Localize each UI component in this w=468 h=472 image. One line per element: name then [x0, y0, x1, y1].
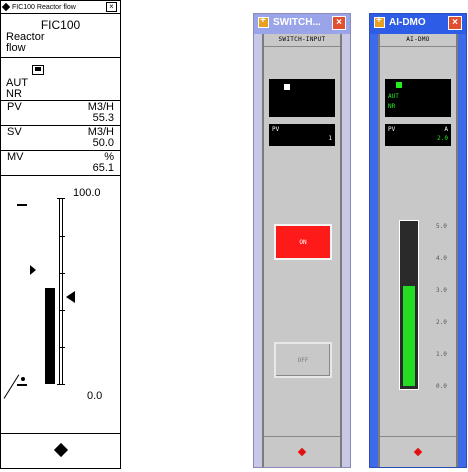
scale-tick-bottom [57, 384, 65, 385]
sv-label: SV [7, 126, 22, 138]
bar-graph-area: 100.0 0.0 [1, 176, 120, 420]
scale-tick [59, 310, 65, 311]
trend-needle [3, 374, 20, 399]
ai-header: AI-DMO [380, 34, 456, 47]
pv-value: 2.0 [437, 135, 448, 142]
switch-footer [264, 436, 340, 467]
high-limit-marker [17, 204, 27, 206]
alarm-diamond-icon[interactable] [413, 447, 423, 457]
alarm-status-area [1, 58, 120, 78]
sv-value[interactable]: 50.0 [93, 137, 114, 149]
status-led [396, 82, 402, 88]
faceplate-fic100: FIC100 Reactor flow × FIC100 Reactor flo… [0, 0, 121, 469]
close-icon[interactable]: × [332, 16, 346, 30]
scale-tick-label: 1.0 [436, 351, 447, 358]
status-indicator [284, 84, 290, 90]
block-status: NR [6, 88, 22, 100]
ai-body: AI-DMO AUT NR PV A 2.0 5.0 4.0 3.0 2.0 1.0 0.… [378, 34, 458, 467]
switch-status-display [269, 79, 335, 117]
scale-tick-top [57, 198, 65, 199]
pv-unit: A [444, 126, 448, 133]
scale-axis-right [62, 198, 63, 384]
switch-titlebar[interactable]: SWITCH... × [254, 14, 350, 34]
close-icon[interactable]: × [106, 2, 117, 12]
off-button[interactable]: OFF [274, 342, 332, 378]
mv-value[interactable]: 65.1 [93, 162, 114, 174]
pv-label: PV [388, 126, 396, 133]
window-icon [374, 15, 385, 28]
switch-header: SWITCH-INPUT [264, 34, 340, 47]
low-limit-marker [17, 384, 27, 386]
scale-tick-label: 2.0 [436, 319, 447, 326]
sv-pointer-icon[interactable] [30, 265, 36, 275]
pv-bar [45, 288, 55, 384]
ai-bar-frame [399, 220, 419, 390]
scale-tick [59, 347, 65, 348]
ai-status-display: AUT NR [385, 79, 451, 117]
switch-body: SWITCH-INPUT PV 1 ON OFF [262, 34, 342, 467]
faceplate-menu-icon[interactable] [53, 442, 69, 458]
pv-value: 55.3 [92, 112, 114, 124]
scale-axis-left [59, 198, 60, 384]
switch-pv-display: PV 1 [269, 124, 335, 146]
needle-pivot [21, 377, 25, 381]
tag-comment-line2: flow [6, 42, 26, 54]
scale-high: 100.0 [73, 187, 101, 199]
tag-name: FIC100 [40, 18, 81, 32]
ai-level-bar [403, 286, 415, 386]
ai-pv-display: PV A 2.0 [385, 124, 451, 146]
scale-tick-label: 3.0 [436, 287, 447, 294]
switch-window-title: SWITCH... [273, 17, 321, 28]
mv-pointer-icon[interactable] [66, 291, 75, 303]
switch-input-window: SWITCH... × SWITCH-INPUT PV 1 ON OFF [253, 13, 351, 468]
ai-footer [380, 436, 456, 467]
scale-tick [59, 236, 65, 237]
ai-status: NR [388, 103, 396, 110]
status-square-icon [32, 65, 44, 75]
scale-tick-label: 5.0 [436, 223, 447, 230]
window-menu-icon[interactable] [1, 2, 11, 12]
ai-mode[interactable]: AUT [388, 93, 399, 100]
alarm-diamond-icon[interactable] [297, 447, 307, 457]
pv-row: PV M3/H 55.3 [1, 101, 120, 125]
sv-row[interactable]: SV M3/H 50.0 [1, 126, 120, 150]
mv-row[interactable]: MV % 65.1 [1, 151, 120, 175]
scale-tick-label: 0.0 [436, 383, 447, 390]
scale-tick [59, 273, 65, 274]
faceplate-titlebar: FIC100 Reactor flow × [1, 1, 120, 14]
window-icon [258, 15, 269, 28]
scale-tick-label: 4.0 [436, 255, 447, 262]
ai-titlebar[interactable]: AI-DMO × [370, 14, 466, 34]
ai-dmo-window: AI-DMO × AI-DMO AUT NR PV A 2.0 5.0 4.0 3.… [369, 13, 467, 468]
pv-label: PV [7, 101, 22, 113]
on-button[interactable]: ON [274, 224, 332, 260]
pv-value: 1 [328, 135, 332, 142]
pv-label: PV [272, 126, 280, 133]
mv-label: MV [7, 151, 24, 163]
close-icon[interactable]: × [448, 16, 462, 30]
ai-window-title: AI-DMO [389, 17, 426, 28]
faceplate-footer [1, 433, 120, 468]
faceplate-title: FIC100 Reactor flow [12, 3, 76, 11]
scale-low: 0.0 [87, 390, 103, 402]
